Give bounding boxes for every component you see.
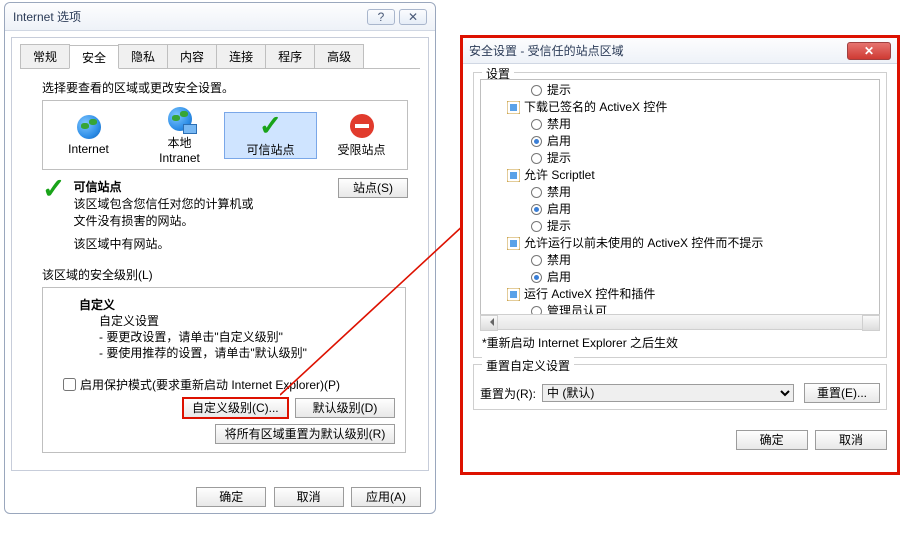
trusted-desc-line3: 该区域中有网站。 [73, 235, 338, 252]
window-title: 安全设置 - 受信任的站点区域 [469, 42, 847, 59]
default-level-button[interactable]: 默认级别(D) [295, 398, 395, 418]
tree-node: 允许运行以前未使用的 ActiveX 控件而不提示 [483, 235, 877, 252]
custom-line1: 自定义设置 [99, 313, 395, 329]
tree-option[interactable]: 提示 [483, 218, 877, 235]
tree-option[interactable]: 提示 [483, 150, 877, 167]
dialog-bottom-bar: 确定 取消 应用(A) [5, 487, 435, 507]
radio-icon [531, 119, 542, 130]
radio-icon [531, 187, 542, 198]
reset-button[interactable]: 重置(E)... [804, 383, 880, 403]
activex-icon [507, 237, 520, 250]
settings-tree[interactable]: 提示下载已签名的 ActiveX 控件禁用启用提示允许 Scriptlet禁用启… [480, 79, 880, 315]
cancel-button[interactable]: 取消 [815, 430, 887, 450]
tree-node: 允许 Scriptlet [483, 167, 877, 184]
tree-option[interactable]: 启用 [483, 269, 877, 286]
globe-icon [76, 114, 102, 140]
security-settings-window: 安全设置 - 受信任的站点区域 ✕ 设置 提示下载已签名的 ActiveX 控件… [460, 35, 900, 475]
ok-button[interactable]: 确定 [196, 487, 266, 507]
horizontal-scrollbar[interactable] [480, 314, 880, 330]
tree-node: 下载已签名的 ActiveX 控件 [483, 99, 877, 116]
tab-programs[interactable]: 程序 [265, 44, 315, 68]
trusted-desc-line1: 该区域包含您信任对您的计算机或 [73, 195, 338, 212]
tree-option[interactable]: 禁用 [483, 116, 877, 133]
protected-mode-label: 启用保护模式(要求重新启动 Internet Explorer)(P) [80, 376, 340, 393]
tree-option[interactable]: 禁用 [483, 252, 877, 269]
reset-all-zones-button[interactable]: 将所有区域重置为默认级别(R) [215, 424, 395, 444]
radio-icon [531, 255, 542, 266]
ok-button[interactable]: 确定 [736, 430, 808, 450]
zone-list: Internet 本地 Intranet ✓ 可信站点 受限站点 [42, 100, 408, 170]
activex-icon [507, 288, 520, 301]
custom-line3: - 要使用推荐的设置，请单击"默认级别" [99, 345, 395, 361]
internet-options-window: Internet 选项 ? ✕ 常规 安全 隐私 内容 连接 程序 高级 选择要… [4, 2, 436, 514]
reset-to-select[interactable]: 中 (默认) [542, 384, 794, 402]
radio-icon [531, 204, 542, 215]
security-level-box: 自定义 自定义设置 - 要更改设置，请单击"自定义级别" - 要使用推荐的设置，… [42, 287, 406, 453]
tree-option[interactable]: 启用 [483, 201, 877, 218]
tree-option[interactable]: 禁用 [483, 184, 877, 201]
close-button[interactable]: ✕ [847, 42, 891, 60]
tab-strip: 常规 安全 隐私 内容 连接 程序 高级 [20, 44, 428, 68]
activex-icon [507, 169, 520, 182]
tab-connections[interactable]: 连接 [216, 44, 266, 68]
radio-icon [531, 153, 542, 164]
trusted-zone-description: ✓ 可信站点 该区域包含您信任对您的计算机或 文件没有损害的网站。 该区域中有网… [42, 178, 408, 252]
titlebar: 安全设置 - 受信任的站点区域 ✕ [463, 38, 897, 64]
tab-content[interactable]: 内容 [167, 44, 217, 68]
custom-line2: - 要更改设置，请单击"自定义级别" [99, 329, 395, 345]
tree-option[interactable]: 启用 [483, 133, 877, 150]
tab-advanced[interactable]: 高级 [314, 44, 364, 68]
zone-prompt: 选择要查看的区域或更改安全设置。 [42, 79, 428, 96]
radio-icon [531, 272, 542, 283]
trusted-desc-line2: 文件没有损害的网站。 [73, 212, 338, 229]
reset-group-legend: 重置自定义设置 [482, 357, 574, 374]
cancel-button[interactable]: 取消 [274, 487, 344, 507]
sites-button[interactable]: 站点(S) [338, 178, 408, 198]
trusted-title: 可信站点 [73, 180, 121, 194]
zone-internet[interactable]: Internet [43, 114, 134, 156]
globe-intranet-icon [167, 106, 193, 132]
radio-icon [531, 85, 542, 96]
apply-button[interactable]: 应用(A) [351, 487, 421, 507]
reset-to-label: 重置为(R): [480, 385, 536, 402]
stop-icon [349, 113, 375, 139]
titlebar: Internet 选项 ? ✕ [5, 3, 435, 31]
protected-mode-checkbox[interactable] [63, 378, 76, 391]
check-icon: ✓ [258, 113, 284, 139]
settings-group: 设置 提示下载已签名的 ActiveX 控件禁用启用提示允许 Scriptlet… [473, 72, 887, 358]
tree-option[interactable]: 提示 [483, 82, 877, 99]
help-button[interactable]: ? [367, 9, 395, 25]
zone-trusted-sites[interactable]: ✓ 可信站点 [224, 112, 317, 159]
dialog-body: 常规 安全 隐私 内容 连接 程序 高级 选择要查看的区域或更改安全设置。 In… [11, 37, 429, 471]
close-button[interactable]: ✕ [399, 9, 427, 25]
tab-privacy[interactable]: 隐私 [118, 44, 168, 68]
custom-level-button[interactable]: 自定义级别(C)... [183, 398, 288, 418]
radio-icon [531, 136, 542, 147]
window-title: Internet 选项 [13, 8, 363, 25]
zone-local-intranet[interactable]: 本地 Intranet [134, 106, 225, 165]
zone-restricted-sites[interactable]: 受限站点 [316, 113, 407, 158]
tree-node: 运行 ActiveX 控件和插件 [483, 286, 877, 303]
check-icon: ✓ [42, 178, 65, 252]
radio-icon [531, 221, 542, 232]
tab-general[interactable]: 常规 [20, 44, 70, 68]
reset-group: 重置自定义设置 重置为(R): 中 (默认) 重置(E)... [473, 364, 887, 410]
security-level-caption: 该区域的安全级别(L) [42, 266, 428, 283]
activex-icon [507, 101, 520, 114]
tab-security[interactable]: 安全 [69, 45, 119, 69]
restart-note: *重新启动 Internet Explorer 之后生效 [482, 334, 880, 351]
custom-title: 自定义 [79, 296, 395, 313]
